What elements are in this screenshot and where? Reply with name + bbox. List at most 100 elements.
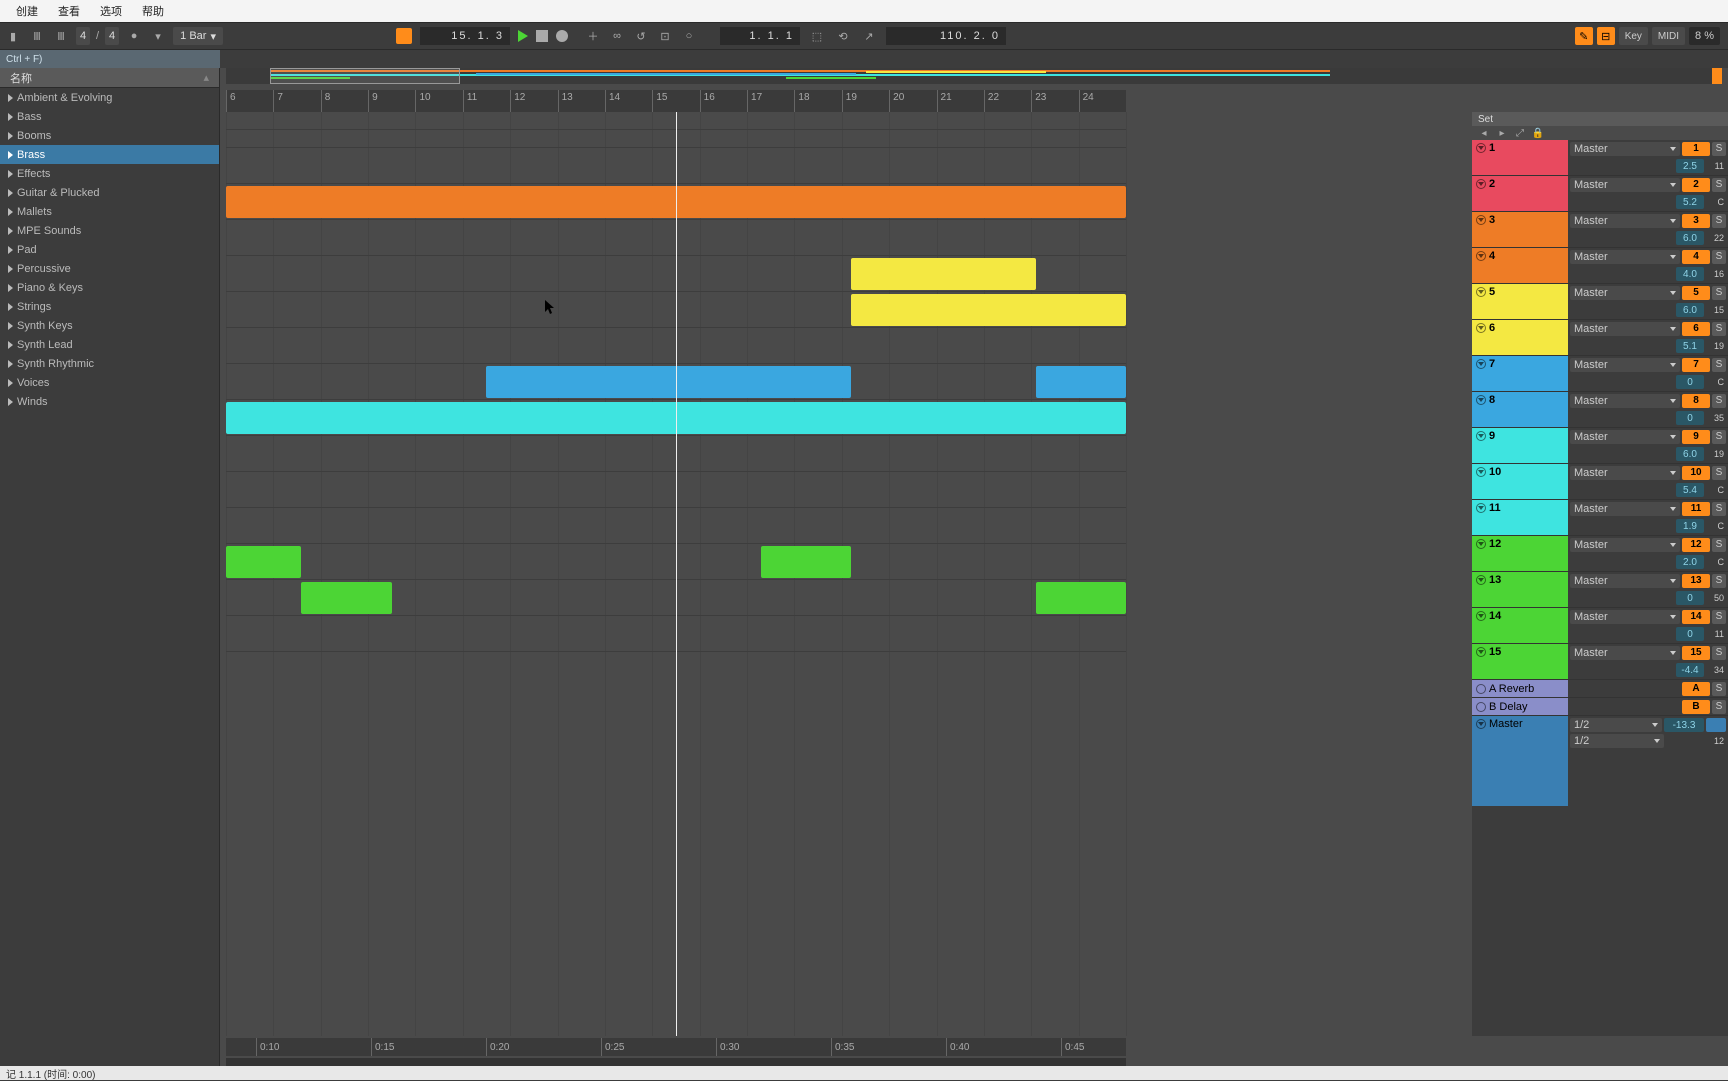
- track-header[interactable]: 3Master3S6.022: [1472, 212, 1728, 248]
- track-activator[interactable]: 5: [1682, 286, 1710, 300]
- play-button[interactable]: [518, 30, 528, 42]
- browser-search[interactable]: Ctrl + F): [0, 50, 220, 68]
- chevron-down-icon[interactable]: ▾: [149, 27, 167, 45]
- clip[interactable]: [301, 582, 392, 614]
- browser-item-synth-rhythmic[interactable]: Synth Rhythmic: [0, 354, 219, 373]
- track-activator[interactable]: 10: [1682, 466, 1710, 480]
- solo-button[interactable]: S: [1712, 682, 1726, 696]
- routing-dropdown[interactable]: Master: [1570, 214, 1680, 228]
- routing-dropdown[interactable]: Master: [1570, 142, 1680, 156]
- routing-dropdown[interactable]: Master: [1570, 646, 1680, 660]
- time-sig-numerator[interactable]: 4: [76, 27, 90, 45]
- clip[interactable]: [851, 258, 1036, 290]
- send-value[interactable]: 2.0: [1676, 555, 1704, 569]
- send-value[interactable]: 0: [1676, 411, 1704, 425]
- track-header[interactable]: 8Master8S035: [1472, 392, 1728, 428]
- browser-item-ambient-evolving[interactable]: Ambient & Evolving: [0, 88, 219, 107]
- menu-create[interactable]: 创建: [6, 3, 48, 19]
- loop-icon[interactable]: ⟲: [834, 27, 852, 45]
- browser-item-guitar-plucked[interactable]: Guitar & Plucked: [0, 183, 219, 202]
- track-activator[interactable]: 8: [1682, 394, 1710, 408]
- expand-icon[interactable]: [8, 341, 13, 349]
- send-value[interactable]: 0: [1676, 627, 1704, 641]
- track-activator[interactable]: 12: [1682, 538, 1710, 552]
- send-value[interactable]: 5.2: [1676, 195, 1704, 209]
- quantize-menu[interactable]: 1 Bar ▾: [173, 27, 223, 45]
- track-header[interactable]: 9Master9S6.019: [1472, 428, 1728, 464]
- browser-item-mpe-sounds[interactable]: MPE Sounds: [0, 221, 219, 240]
- routing-dropdown[interactable]: Master: [1570, 358, 1680, 372]
- routing-dropdown[interactable]: Master: [1570, 394, 1680, 408]
- clip[interactable]: [1036, 366, 1126, 398]
- routing-dropdown[interactable]: Master: [1570, 322, 1680, 336]
- solo-button[interactable]: S: [1712, 538, 1726, 552]
- expand-icon[interactable]: [8, 246, 13, 254]
- return-activator[interactable]: A: [1682, 682, 1710, 696]
- arrangement-overview[interactable]: [226, 68, 1722, 84]
- clip[interactable]: [761, 546, 851, 578]
- track-activator[interactable]: 13: [1682, 574, 1710, 588]
- fold-icon[interactable]: [1476, 251, 1486, 261]
- arrangement-position[interactable]: 1. 1. 1: [720, 27, 800, 45]
- track-activator[interactable]: 6: [1682, 322, 1710, 336]
- routing-dropdown[interactable]: Master: [1570, 502, 1680, 516]
- metronome-toggle[interactable]: [396, 28, 412, 44]
- nudge-up-icon[interactable]: Ⅲ: [52, 27, 70, 45]
- track-activator[interactable]: 2: [1682, 178, 1710, 192]
- track-activator[interactable]: 1: [1682, 142, 1710, 156]
- routing-dropdown[interactable]: Master: [1570, 250, 1680, 264]
- master-out[interactable]: 1/2: [1570, 734, 1664, 748]
- track-header[interactable]: 6Master6S5.119: [1472, 320, 1728, 356]
- track-activator[interactable]: 14: [1682, 610, 1710, 624]
- expand-icon[interactable]: [8, 360, 13, 368]
- fold-icon[interactable]: [1476, 467, 1486, 477]
- expand-icon[interactable]: [8, 303, 13, 311]
- bar-ruler[interactable]: 6789101112131415161718192021222324: [226, 90, 1126, 112]
- solo-button[interactable]: S: [1712, 646, 1726, 660]
- expand-icon[interactable]: [8, 398, 13, 406]
- play-icon[interactable]: [1476, 702, 1486, 712]
- session-record-icon[interactable]: ○: [680, 27, 698, 45]
- browser-item-percussive[interactable]: Percussive: [0, 259, 219, 278]
- draw-mode-icon[interactable]: ✎: [1575, 27, 1593, 45]
- fold-icon[interactable]: [1476, 575, 1486, 585]
- routing-dropdown[interactable]: Master: [1570, 286, 1680, 300]
- browser-item-voices[interactable]: Voices: [0, 373, 219, 392]
- solo-button[interactable]: S: [1712, 250, 1726, 264]
- track-header[interactable]: 1Master1S2.511: [1472, 140, 1728, 176]
- track-header[interactable]: 12Master12S2.0C: [1472, 536, 1728, 572]
- expand-icon[interactable]: ⤢: [1514, 127, 1526, 139]
- playhead[interactable]: [676, 112, 677, 1036]
- fold-icon[interactable]: [1476, 395, 1486, 405]
- play-icon[interactable]: [1476, 684, 1486, 694]
- send-value[interactable]: 6.0: [1676, 231, 1704, 245]
- fold-icon[interactable]: [1476, 503, 1486, 513]
- routing-dropdown[interactable]: Master: [1570, 610, 1680, 624]
- browser-item-synth-keys[interactable]: Synth Keys: [0, 316, 219, 335]
- browser-item-mallets[interactable]: Mallets: [0, 202, 219, 221]
- solo-button[interactable]: S: [1712, 178, 1726, 192]
- expand-icon[interactable]: [8, 189, 13, 197]
- track-header[interactable]: 7Master7S0C: [1472, 356, 1728, 392]
- sort-icon[interactable]: ▴: [203, 71, 209, 84]
- send-value[interactable]: 5.1: [1676, 339, 1704, 353]
- clip[interactable]: [226, 546, 301, 578]
- solo-button[interactable]: S: [1712, 214, 1726, 228]
- track-activator[interactable]: 7: [1682, 358, 1710, 372]
- routing-dropdown[interactable]: Master: [1570, 430, 1680, 444]
- track-activator[interactable]: 11: [1682, 502, 1710, 516]
- expand-icon[interactable]: [8, 265, 13, 273]
- fold-icon[interactable]: [1476, 143, 1486, 153]
- lock-icon[interactable]: 🔒: [1532, 127, 1544, 139]
- track-header[interactable]: 13Master13S050: [1472, 572, 1728, 608]
- solo-button[interactable]: S: [1712, 322, 1726, 336]
- clip[interactable]: [486, 366, 851, 398]
- clip[interactable]: [1036, 582, 1126, 614]
- capture-icon[interactable]: ⊡: [656, 27, 674, 45]
- fold-icon[interactable]: [1476, 215, 1486, 225]
- tap-tempo-icon[interactable]: ▮: [4, 27, 22, 45]
- record-button[interactable]: [556, 30, 568, 42]
- send-value[interactable]: 0: [1676, 375, 1704, 389]
- routing-dropdown[interactable]: Master: [1570, 538, 1680, 552]
- track-header[interactable]: 4Master4S4.016: [1472, 248, 1728, 284]
